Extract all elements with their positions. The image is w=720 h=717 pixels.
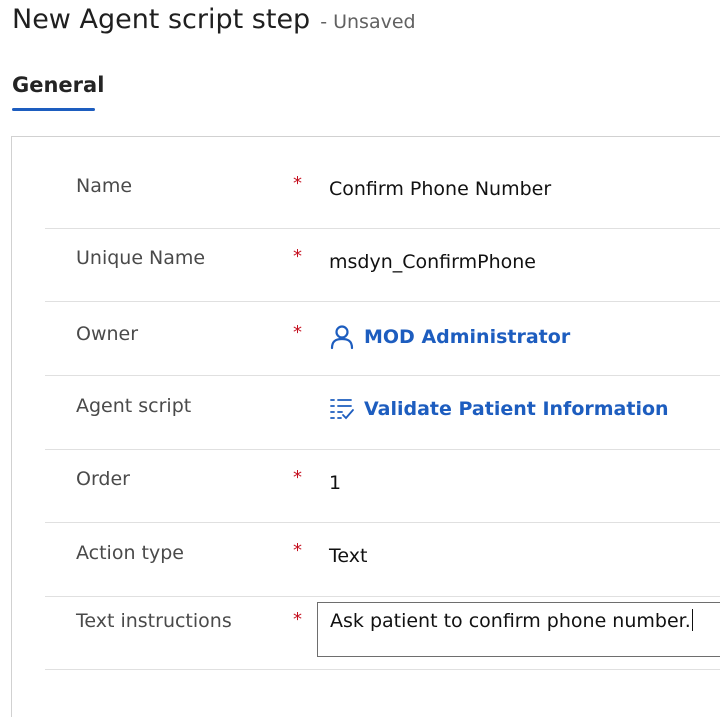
text-instructions-textarea[interactable]: Ask patient to confirm phone number. [317,602,720,657]
required-indicator: * [293,322,302,343]
field-label-text-instructions: Text instructions [76,610,232,632]
form-panel: Name * Confirm Phone Number Unique Name … [11,136,720,717]
required-indicator: * [293,173,302,194]
field-row-unique-name: Unique Name * msdyn_ConfirmPhone [45,229,720,302]
field-label-name: Name [76,175,133,197]
save-status: - Unsaved [320,11,416,33]
required-indicator: * [293,540,302,561]
required-indicator: * [293,609,302,630]
text-instructions-value: Ask patient to confirm phone number. [330,610,691,632]
order-input[interactable]: 1 [329,472,341,494]
required-indicator: * [293,246,302,267]
page-title: New Agent script step [12,4,311,35]
field-label-action-type: Action type [76,542,184,564]
field-label-unique-name: Unique Name [76,247,206,269]
text-cursor [691,609,693,631]
field-label-order: Order [76,468,130,490]
field-label-owner: Owner [76,323,139,345]
tab-selected-indicator [12,108,95,111]
field-row-name: Name * Confirm Phone Number [45,137,720,229]
owner-lookup[interactable]: MOD Administrator [329,324,570,350]
field-row-text-instructions: Text instructions * Ask patient to confi… [45,597,720,670]
field-row-order: Order * 1 [45,450,720,523]
agent-script-value[interactable]: Validate Patient Information [364,398,669,420]
tab-general[interactable]: General [12,73,104,97]
name-input[interactable]: Confirm Phone Number [329,178,551,200]
header: New Agent script step - Unsaved [12,4,416,44]
field-row-agent-script: Agent script Validate Patient Informatio… [45,376,720,450]
agent-script-lookup[interactable]: Validate Patient Information [329,397,669,421]
unique-name-input[interactable]: msdyn_ConfirmPhone [329,251,536,273]
required-indicator: * [293,467,302,488]
field-label-agent-script: Agent script [76,395,192,417]
checklist-icon [330,399,354,420]
field-row-owner: Owner * MOD Administrator [45,302,720,376]
person-icon [330,325,354,350]
field-row-action-type: Action type * Text [45,523,720,597]
action-type-select[interactable]: Text [329,545,367,567]
owner-value[interactable]: MOD Administrator [364,326,570,348]
